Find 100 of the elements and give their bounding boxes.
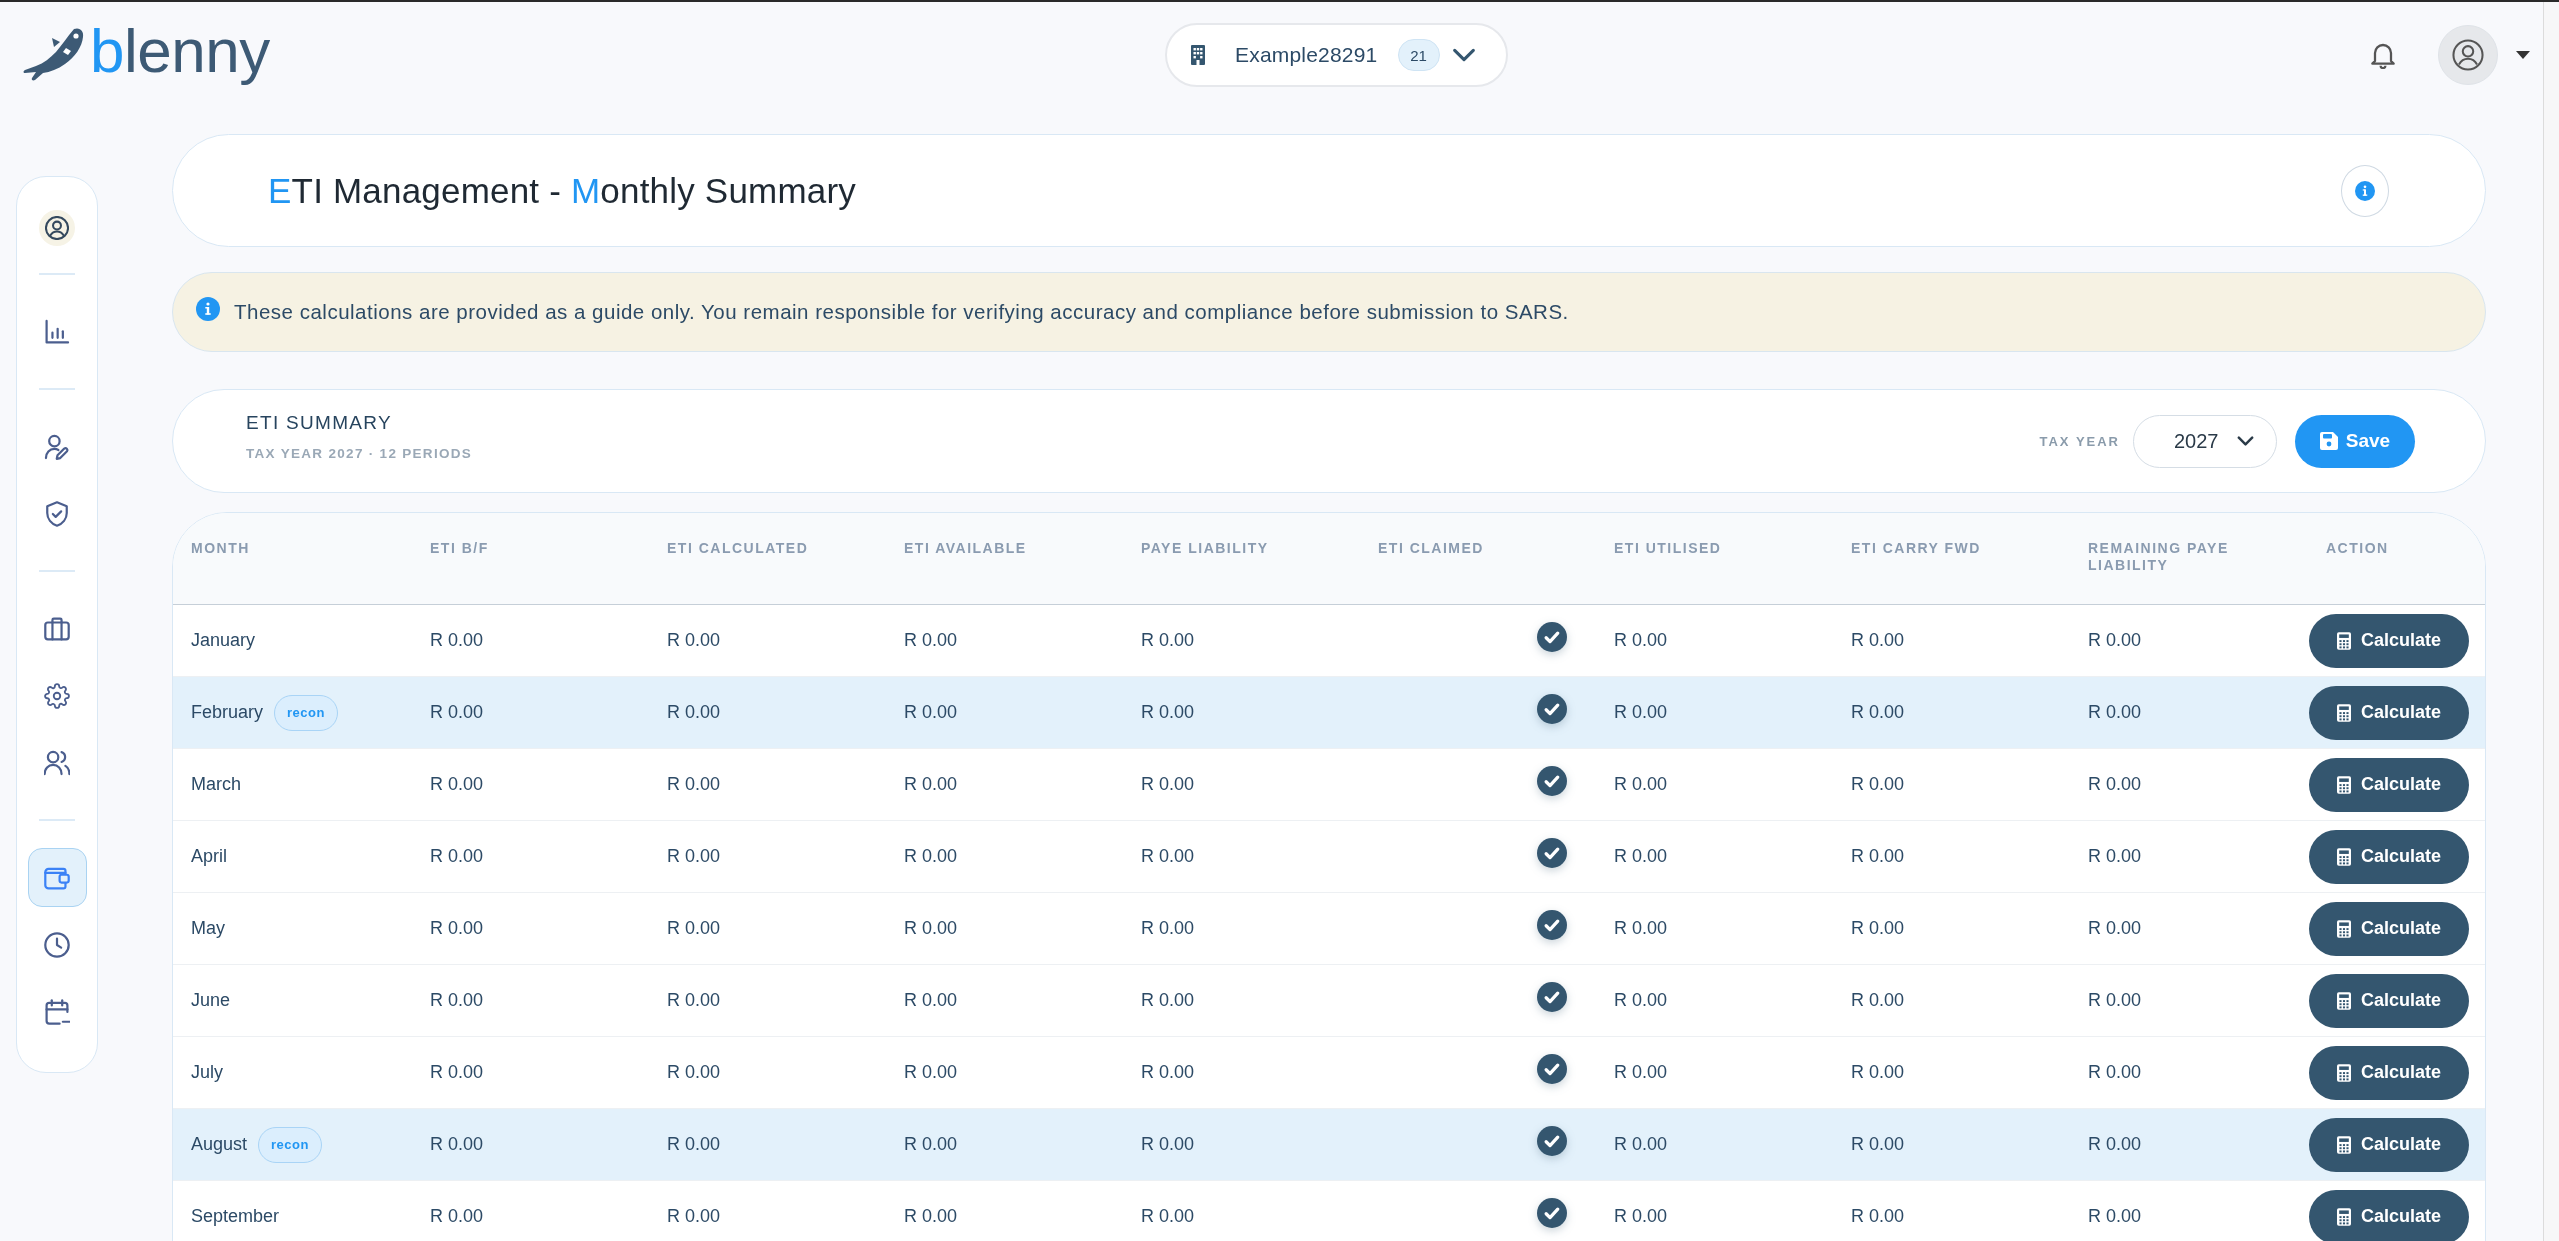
table-cell-text: R 0.00: [903, 1205, 959, 1228]
info-icon: [2355, 180, 2375, 201]
table-cell-text: R 0.00: [903, 629, 959, 652]
table-cell-text: R 0.00: [903, 989, 959, 1012]
table-cell-text: R 0.00: [2087, 917, 2143, 940]
table-cell-text: R 0.00: [666, 1133, 722, 1156]
table-cell-text: R 0.00: [1140, 989, 1196, 1012]
table-cell-text: R 0.00: [2087, 629, 2143, 652]
column-header: REMAINING PAYE LIABILITY: [2087, 539, 2230, 575]
table-cell-text: R 0.00: [666, 629, 722, 652]
column-header: PAYE LIABILITY: [1140, 539, 1270, 558]
scrollbar-track[interactable]: [2543, 2, 2559, 1241]
calculate-button[interactable]: Calculate: [2309, 901, 2469, 956]
table-cell-text: R 0.00: [2087, 1133, 2143, 1156]
table-cell-text: R 0.00: [429, 629, 485, 652]
table-cell-text: R 0.00: [429, 1061, 485, 1084]
column-header: ETI B/F: [429, 539, 490, 558]
month-name: April: [191, 846, 227, 867]
save-icon: [2319, 432, 2338, 450]
settings-icon: [44, 682, 70, 709]
notification-bell-icon[interactable]: [2370, 41, 2396, 69]
recon-badge: recon: [274, 694, 338, 731]
month-name: March: [191, 774, 241, 795]
caret-icon[interactable]: [2516, 51, 2530, 59]
calculate-button[interactable]: Calculate: [2309, 1189, 2469, 1241]
count-badge: 21: [1397, 39, 1440, 71]
summary-subtitle: TAX YEAR 2027 · 12 PERIODS: [246, 446, 473, 462]
table-cell-text: R 0.00: [2087, 1061, 2143, 1084]
table-cell-text: R 0.00: [1140, 845, 1196, 868]
column-header: ACTION: [2325, 539, 2390, 558]
recon-badge: recon: [258, 1126, 322, 1163]
notice-text: These calculations are provided as a guide only. You remain responsible for verifying accuracy and compliance before submission to SARS.: [234, 300, 1569, 324]
table-cell-text: R 0.00: [1613, 917, 1669, 940]
table-cell-text: R 0.00: [2087, 1205, 2143, 1228]
table-cell-text: R 0.00: [429, 773, 485, 796]
table-cell-text: R 0.00: [666, 989, 722, 1012]
column-header: MONTH: [190, 539, 251, 558]
user-pen-icon: [44, 433, 70, 460]
table-cell-text: R 0.00: [1613, 773, 1669, 796]
calculator-icon: [2336, 991, 2351, 1010]
table-cell-text: R 0.00: [2087, 845, 2143, 868]
table-cell-text: R 0.00: [1850, 629, 1906, 652]
table-cell-text: R 0.00: [429, 989, 485, 1012]
table-cell-text: R 0.00: [1850, 989, 1906, 1012]
table-cell-text: R 0.00: [903, 1133, 959, 1156]
calculate-button[interactable]: Calculate: [2309, 757, 2469, 812]
table-cell-text: R 0.00: [1850, 1061, 1906, 1084]
table-cell-text: R 0.00: [1613, 701, 1669, 724]
table-cell-text: R 0.00: [1850, 917, 1906, 940]
column-header: ETI CALCULATED: [666, 539, 810, 558]
table-cell-text: R 0.00: [1140, 701, 1196, 724]
table-cell-text: R 0.00: [1140, 917, 1196, 940]
calculate-button[interactable]: Calculate: [2309, 973, 2469, 1028]
month-name: May: [191, 918, 225, 939]
calculator-icon: [2336, 1135, 2351, 1154]
info-button[interactable]: [2341, 164, 2389, 217]
bar-chart-icon: [44, 318, 70, 345]
table-cell-text: R 0.00: [1140, 629, 1196, 652]
column-header: ETI CARRY FWD: [1850, 539, 1982, 558]
page-title: ETI Management - Monthly Summary: [268, 170, 856, 211]
table-cell-text: R 0.00: [429, 917, 485, 940]
table-cell-text: R 0.00: [1850, 1205, 1906, 1228]
table-cell-text: R 0.00: [1613, 1061, 1669, 1084]
tax-year-label: TAX YEAR: [2039, 433, 2120, 449]
organization-selector[interactable]: Example28291 21: [1165, 23, 1508, 87]
table-cell-text: R 0.00: [1140, 1205, 1196, 1228]
chevron-down-icon: [1451, 48, 1476, 62]
column-header: ETI AVAILABLE: [903, 539, 1028, 558]
table-cell-text: R 0.00: [1140, 1061, 1196, 1084]
info-icon: [196, 297, 220, 321]
column-header: ETI CLAIMED: [1377, 539, 1485, 558]
table-cell-text: R 0.00: [1850, 845, 1906, 868]
user-circle-icon: [2452, 39, 2484, 71]
tax-year-select[interactable]: 2027: [2133, 414, 2277, 468]
table-cell-text: R 0.00: [666, 701, 722, 724]
table-cell-text: R 0.00: [429, 701, 485, 724]
clock-icon: [44, 931, 70, 958]
month-name: July: [191, 1062, 223, 1083]
calculate-button[interactable]: Calculate: [2309, 685, 2469, 740]
calculate-button[interactable]: Calculate: [2309, 1117, 2469, 1172]
table-cell-text: R 0.00: [1850, 1133, 1906, 1156]
table-cell-text: R 0.00: [666, 917, 722, 940]
briefcase-icon: [44, 615, 70, 642]
summary-title: ETI SUMMARY: [246, 412, 393, 434]
table-cell-text: R 0.00: [1613, 629, 1669, 652]
calculate-button[interactable]: Calculate: [2309, 1045, 2469, 1100]
table-cell-text: R 0.00: [903, 773, 959, 796]
table-cell-text: R 0.00: [429, 1133, 485, 1156]
table-cell-text: R 0.00: [903, 917, 959, 940]
calculator-icon: [2336, 847, 2351, 866]
calculator-icon: [2336, 775, 2351, 794]
calculate-button[interactable]: Calculate: [2309, 613, 2469, 668]
table-cell-text: R 0.00: [903, 701, 959, 724]
table-cell-text: R 0.00: [429, 1205, 485, 1228]
sidebar-button[interactable]: [39, 210, 75, 246]
users-icon: [44, 749, 70, 776]
month-name: June: [191, 990, 231, 1011]
calculate-button[interactable]: Calculate: [2309, 829, 2469, 884]
table-cell-text: R 0.00: [666, 1205, 722, 1228]
table-cell-text: R 0.00: [666, 1061, 722, 1084]
